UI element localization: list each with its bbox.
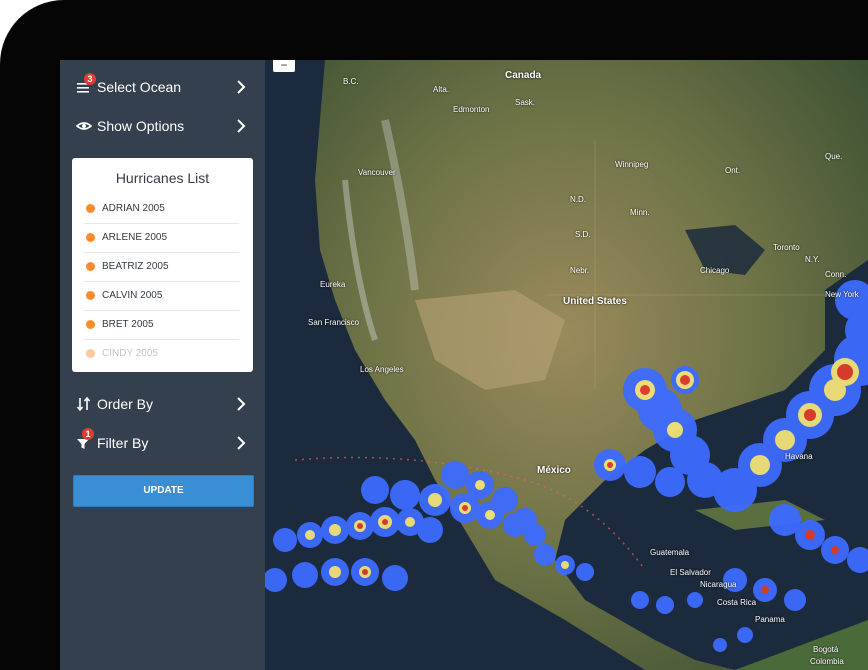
select-ocean-badge: 3 [84,73,96,85]
map-label-bc: B.C. [343,77,359,86]
atlantic-tracks [594,280,868,652]
chevron-right-icon [237,436,246,450]
map-label-bogota: Bogotá [813,645,839,654]
app-screen: 3 Select Ocean Show Options Hurricanes L… [60,60,868,670]
show-options-menu[interactable]: Show Options [60,108,265,144]
hurricane-dot-icon [86,291,95,300]
map-label-nicaragua: Nicaragua [700,580,737,589]
map-label-losangeles: Los Angeles [360,365,404,374]
map-label-sd: S.D. [575,230,591,239]
map-view[interactable]: − Canada B.C. Alta. Sask. Edmonton Vanco… [265,60,868,670]
sidebar: 3 Select Ocean Show Options Hurricanes L… [60,60,265,670]
chevron-right-icon [237,397,246,411]
update-button[interactable]: UPDATE [73,475,254,507]
map-label-nd: N.D. [570,195,586,204]
select-ocean-menu[interactable]: 3 Select Ocean [60,69,265,105]
hurricane-dot-icon [86,349,95,358]
map-label-havana: Havana [785,452,813,461]
map-label-mexico: México [537,465,571,476]
map-label-colombia: Colombia [810,657,844,666]
map-label-unitedstates: United States [563,296,627,307]
map-label-eureka: Eureka [320,280,346,289]
select-ocean-label: Select Ocean [97,79,182,95]
map-label-elsalvador: El Salvador [670,568,711,577]
hurricane-name: ADRIAN 2005 [102,203,165,214]
hurricane-list-item[interactable]: BRET 2005 [84,310,239,340]
sort-icon [76,396,91,412]
map-label-sanfrancisco: San Francisco [308,318,360,327]
hurricanes-list-panel: Hurricanes List ADRIAN 2005 ARLENE 2005 … [72,158,253,372]
hurricane-dot-icon [86,262,95,271]
hurricane-list-item[interactable]: ADRIAN 2005 [84,194,239,224]
map-label-minn: Minn. [630,208,650,217]
filter-by-badge: 1 [82,428,94,440]
hurricane-list-item[interactable]: CALVIN 2005 [84,281,239,311]
map-label-que: Que. [825,152,843,161]
hurricane-name: BRET 2005 [102,319,154,330]
map-label-sask: Sask. [515,98,536,107]
map-label-canada: Canada [505,70,542,81]
hurricane-dot-icon [86,320,95,329]
map-label-ny: N.Y. [805,255,820,264]
order-by-menu[interactable]: Order By [60,386,265,422]
map-label-panama: Panama [755,615,785,624]
map-label-chicago: Chicago [700,266,730,275]
chevron-right-icon [237,119,246,133]
order-by-label: Order By [97,396,154,412]
tablet-bezel: 3 Select Ocean Show Options Hurricanes L… [0,0,868,670]
map-label-toronto: Toronto [773,243,800,252]
map-label-newyork: New York [825,290,859,299]
filter-by-menu[interactable]: 1 Filter By [60,425,265,461]
hurricane-list-item[interactable]: CINDY 2005 [84,339,239,368]
zoom-out-button[interactable]: − [273,60,295,72]
hurricane-dot-icon [86,204,95,213]
map-label-conn: Conn. [825,270,847,279]
show-options-label: Show Options [97,118,185,134]
map-label-winnipeg: Winnipeg [615,160,649,169]
eye-icon [76,122,92,130]
map-label-guatemala: Guatemala [650,548,690,557]
chevron-right-icon [237,80,246,94]
hurricanes-list-title: Hurricanes List [115,170,210,186]
hurricane-list-item[interactable]: BEATRIZ 2005 [84,252,239,282]
map-label-alta: Alta. [433,85,450,94]
hurricane-name: BEATRIZ 2005 [102,261,169,272]
hurricane-tracks-layer [265,280,868,652]
pacific-tracks [265,461,594,592]
hurricane-dot-icon [86,233,95,242]
map-label-edmonton: Edmonton [453,105,490,114]
map-label-ont: Ont. [725,166,741,175]
hurricane-name: CALVIN 2005 [102,290,163,301]
map-label-nebr: Nebr. [570,266,590,275]
filter-by-label: Filter By [97,435,149,451]
map-label-vancouver: Vancouver [358,168,396,177]
hurricane-list-item[interactable]: ARLENE 2005 [84,223,239,253]
hurricane-name: CINDY 2005 [102,348,158,359]
hurricane-name: ARLENE 2005 [102,232,168,243]
map-label-costarica: Costa Rica [717,598,757,607]
